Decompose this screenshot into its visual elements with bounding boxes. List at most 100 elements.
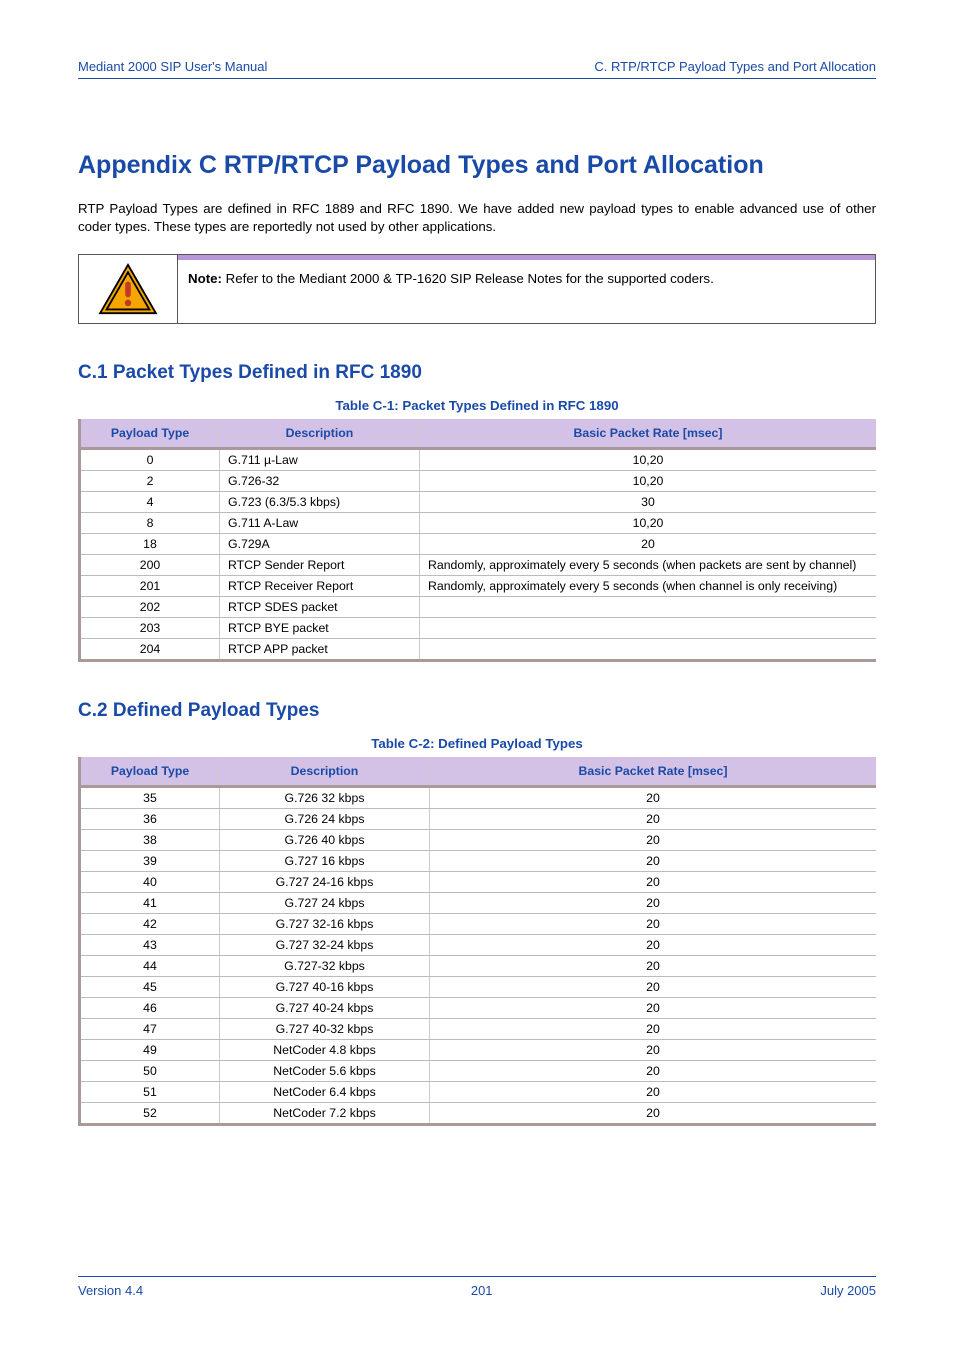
table-cell: 10,20 bbox=[420, 470, 877, 491]
table-row: 46G.727 40-24 kbps20 bbox=[80, 997, 877, 1018]
table-c1-h2: Description bbox=[220, 419, 420, 449]
table-cell: 0 bbox=[80, 448, 220, 470]
table-cell: G.727 24 kbps bbox=[220, 892, 430, 913]
table-cell: RTCP BYE packet bbox=[220, 617, 420, 638]
table-row: 4G.723 (6.3/5.3 kbps)30 bbox=[80, 491, 877, 512]
table-row: 40G.727 24-16 kbps20 bbox=[80, 871, 877, 892]
table-c1-h3: Basic Packet Rate [msec] bbox=[420, 419, 877, 449]
table-cell: G.726-32 bbox=[220, 470, 420, 491]
table-cell: G.727 16 kbps bbox=[220, 850, 430, 871]
table-row: 49NetCoder 4.8 kbps20 bbox=[80, 1039, 877, 1060]
table-row: 202RTCP SDES packet bbox=[80, 596, 877, 617]
table-cell: 20 bbox=[430, 1060, 877, 1081]
table-cell: G.727 24-16 kbps bbox=[220, 871, 430, 892]
table-row: 51NetCoder 6.4 kbps20 bbox=[80, 1081, 877, 1102]
table-row: 50NetCoder 5.6 kbps20 bbox=[80, 1060, 877, 1081]
table-cell: G.727 32-24 kbps bbox=[220, 934, 430, 955]
table-cell: Randomly, approximately every 5 seconds … bbox=[420, 575, 877, 596]
table-cell: G.723 (6.3/5.3 kbps) bbox=[220, 491, 420, 512]
warning-icon bbox=[98, 263, 158, 315]
table-cell: 20 bbox=[430, 871, 877, 892]
note-label: Note: bbox=[188, 271, 222, 286]
header-left: Mediant 2000 SIP User's Manual bbox=[78, 59, 267, 74]
table-row: 44G.727-32 kbps20 bbox=[80, 955, 877, 976]
table-cell: RTCP SDES packet bbox=[220, 596, 420, 617]
table-cell: 20 bbox=[430, 1102, 877, 1124]
table-row: 18G.729A20 bbox=[80, 533, 877, 554]
table-cell: 18 bbox=[80, 533, 220, 554]
table-cell: G.726 32 kbps bbox=[220, 786, 430, 808]
table-row: 8G.711 A-Law10,20 bbox=[80, 512, 877, 533]
table-cell: 43 bbox=[80, 934, 220, 955]
table-c2-h1: Payload Type bbox=[80, 757, 220, 787]
table-cell: 20 bbox=[430, 934, 877, 955]
table-cell: 204 bbox=[80, 638, 220, 660]
table-cell: 10,20 bbox=[420, 512, 877, 533]
table-c2-caption: Table C-2: Defined Payload Types bbox=[78, 736, 876, 751]
table-cell: NetCoder 7.2 kbps bbox=[220, 1102, 430, 1124]
table-row: 203RTCP BYE packet bbox=[80, 617, 877, 638]
table-c2-h2: Description bbox=[220, 757, 430, 787]
table-row: 35G.726 32 kbps20 bbox=[80, 786, 877, 808]
table-cell: 8 bbox=[80, 512, 220, 533]
appendix-title: Appendix C RTP/RTCP Payload Types and Po… bbox=[78, 151, 876, 180]
table-cell: G.727-32 kbps bbox=[220, 955, 430, 976]
table-cell: G.727 32-16 kbps bbox=[220, 913, 430, 934]
table-cell: 20 bbox=[430, 1081, 877, 1102]
table-cell: 20 bbox=[430, 913, 877, 934]
table-row: 47G.727 40-32 kbps20 bbox=[80, 1018, 877, 1039]
table-cell: NetCoder 5.6 kbps bbox=[220, 1060, 430, 1081]
table-c1: Payload Type Description Basic Packet Ra… bbox=[78, 419, 876, 662]
table-row: 2G.726-3210,20 bbox=[80, 470, 877, 491]
table-cell: 20 bbox=[430, 808, 877, 829]
intro-paragraph: RTP Payload Types are defined in RFC 188… bbox=[78, 200, 876, 236]
table-cell: 51 bbox=[80, 1081, 220, 1102]
note-text: Note: Refer to the Mediant 2000 & TP-162… bbox=[178, 260, 875, 298]
table-cell: G.726 40 kbps bbox=[220, 829, 430, 850]
page-footer: Version 4.4 201 July 2005 bbox=[78, 1276, 876, 1298]
table-cell: 20 bbox=[430, 955, 877, 976]
table-cell: 44 bbox=[80, 955, 220, 976]
table-cell bbox=[420, 638, 877, 660]
table-cell: 41 bbox=[80, 892, 220, 913]
table-row: 41G.727 24 kbps20 bbox=[80, 892, 877, 913]
table-row: 201RTCP Receiver ReportRandomly, approxi… bbox=[80, 575, 877, 596]
table-cell: 42 bbox=[80, 913, 220, 934]
table-cell: G.726 24 kbps bbox=[220, 808, 430, 829]
table-cell: 203 bbox=[80, 617, 220, 638]
table-row: 0G.711 µ-Law10,20 bbox=[80, 448, 877, 470]
table-cell: G.727 40-24 kbps bbox=[220, 997, 430, 1018]
table-row: 42G.727 32-16 kbps20 bbox=[80, 913, 877, 934]
table-cell: RTCP Receiver Report bbox=[220, 575, 420, 596]
table-cell: NetCoder 4.8 kbps bbox=[220, 1039, 430, 1060]
table-cell: 45 bbox=[80, 976, 220, 997]
table-cell: 20 bbox=[420, 533, 877, 554]
page-header: Mediant 2000 SIP User's Manual C. RTP/RT… bbox=[78, 59, 876, 79]
table-cell: 46 bbox=[80, 997, 220, 1018]
table-cell bbox=[420, 617, 877, 638]
table-cell: 40 bbox=[80, 871, 220, 892]
table-cell: 30 bbox=[420, 491, 877, 512]
table-cell: 202 bbox=[80, 596, 220, 617]
table-row: 43G.727 32-24 kbps20 bbox=[80, 934, 877, 955]
note-box: Note: Refer to the Mediant 2000 & TP-162… bbox=[78, 254, 876, 324]
table-cell: 49 bbox=[80, 1039, 220, 1060]
table-cell: 20 bbox=[430, 850, 877, 871]
table-cell: 39 bbox=[80, 850, 220, 871]
table-row: 204RTCP APP packet bbox=[80, 638, 877, 660]
table-c1-caption: Table C-1: Packet Types Defined in RFC 1… bbox=[78, 398, 876, 413]
table-cell: RTCP Sender Report bbox=[220, 554, 420, 575]
section-c1-heading: C.1 Packet Types Defined in RFC 1890 bbox=[78, 362, 876, 384]
table-cell: 20 bbox=[430, 1039, 877, 1060]
table-cell: 10,20 bbox=[420, 448, 877, 470]
table-c1-h1: Payload Type bbox=[80, 419, 220, 449]
table-cell: 20 bbox=[430, 829, 877, 850]
table-cell: G.727 40-32 kbps bbox=[220, 1018, 430, 1039]
table-c2-h3: Basic Packet Rate [msec] bbox=[430, 757, 877, 787]
footer-center: 201 bbox=[471, 1283, 493, 1298]
table-cell: 2 bbox=[80, 470, 220, 491]
table-cell bbox=[420, 596, 877, 617]
footer-left: Version 4.4 bbox=[78, 1283, 143, 1298]
table-cell: 52 bbox=[80, 1102, 220, 1124]
header-right: C. RTP/RTCP Payload Types and Port Alloc… bbox=[594, 59, 876, 74]
